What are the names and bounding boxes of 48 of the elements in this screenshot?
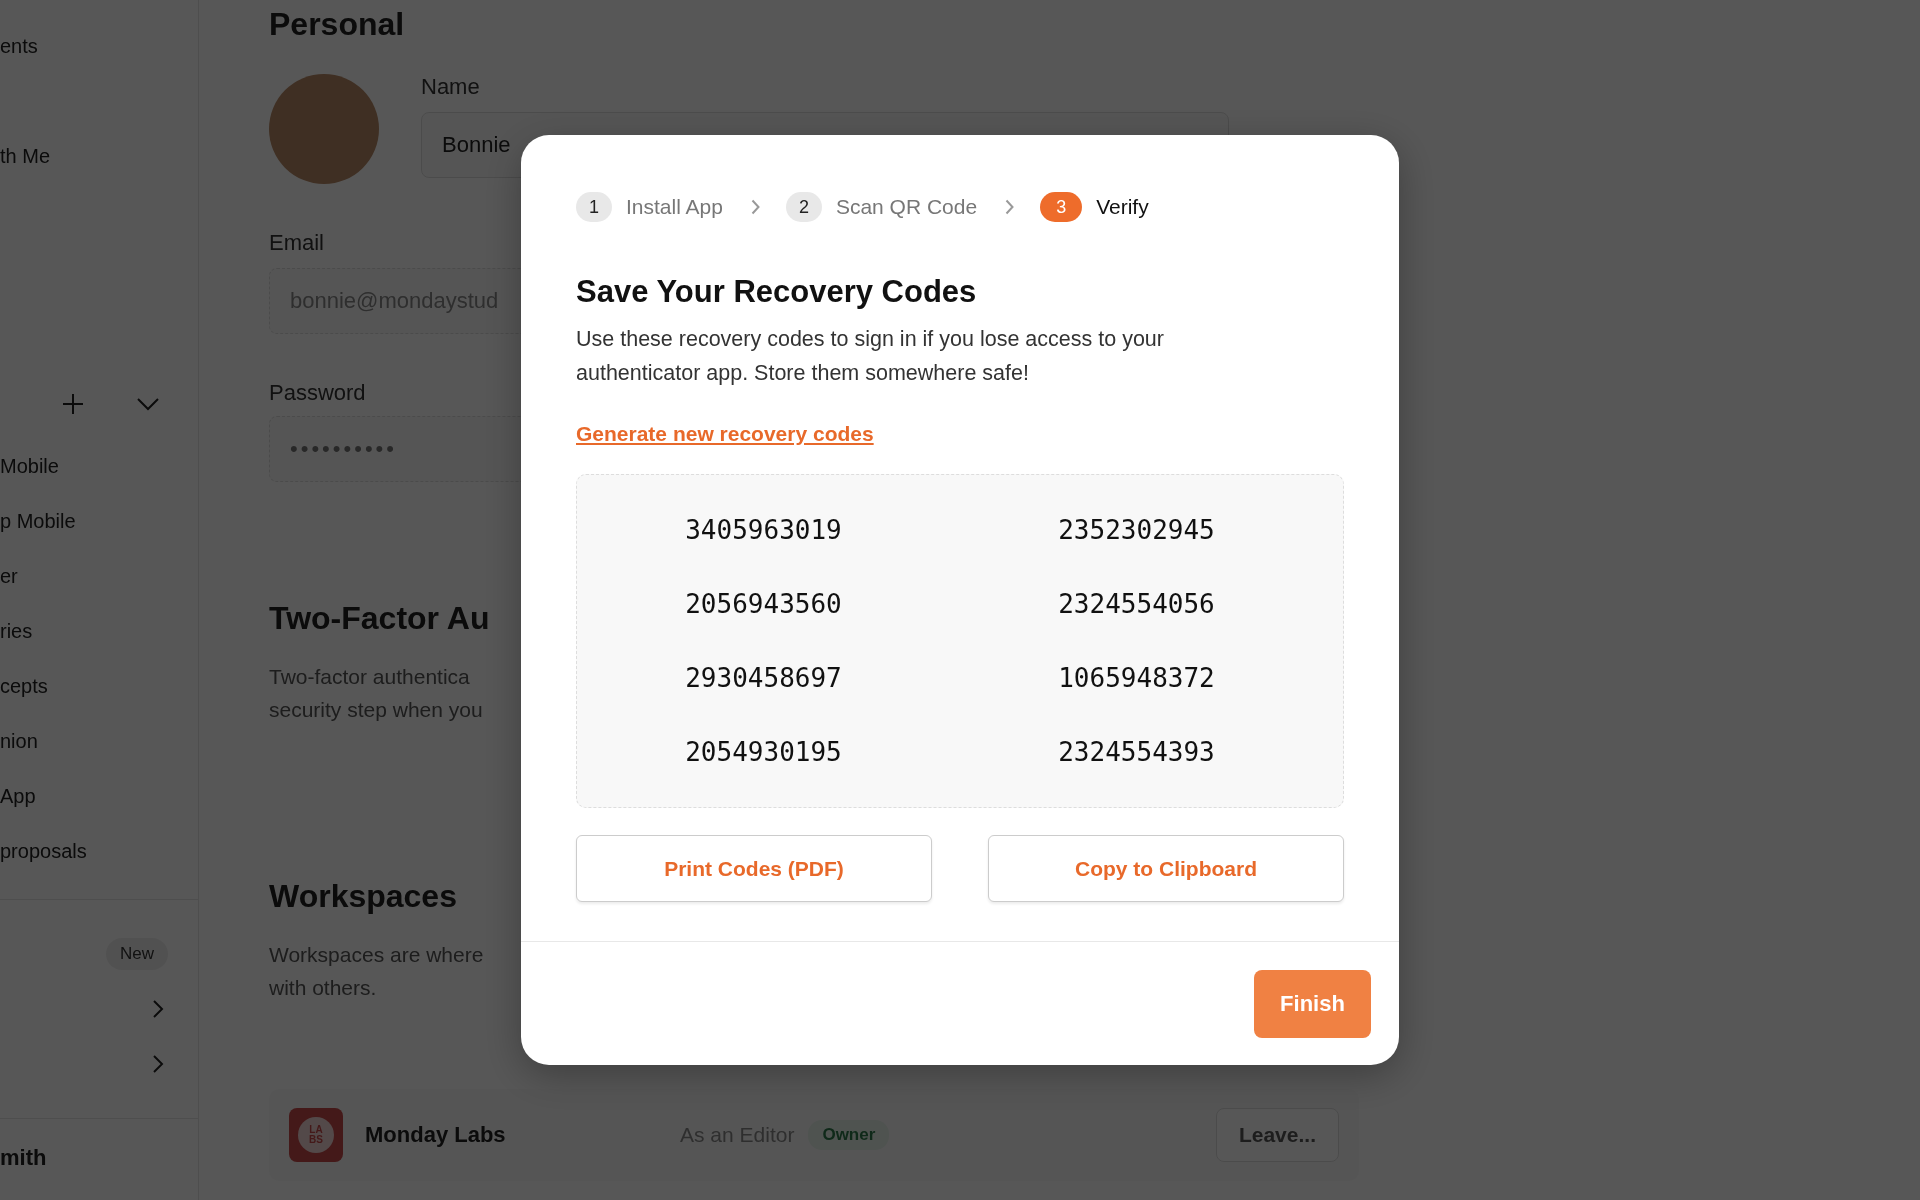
recovery-code: 2352302945 [1057,514,1216,546]
recovery-code: 3405963019 [684,514,843,546]
new-badge: New [106,938,168,970]
outline-button[interactable]: Copy to Clipboard [988,835,1344,902]
sidebar-item[interactable]: p Mobile [0,507,198,535]
chevron-right-icon [750,199,760,215]
user-name[interactable]: mith [0,1145,198,1171]
recovery-code: 1065948372 [1057,662,1216,694]
field-label: Password [269,380,366,406]
section-description: with others. [269,975,377,1001]
step-label: Scan QR Code [835,195,978,219]
workspace-name: Monday Labs [365,1122,507,1148]
step-number: 1 [576,192,612,222]
step-label: Verify [1096,195,1149,219]
recovery-code: 2930458697 [684,662,843,694]
sidebar-item[interactable]: ents [0,32,198,60]
sidebar-item[interactable]: er [0,562,198,590]
recovery-code: 2324554393 [1057,736,1216,768]
sidebar-item[interactable]: th Me [0,142,198,170]
sidebar-item[interactable]: nion [0,727,198,755]
chevron-down-icon[interactable] [136,397,160,411]
sidebar-item[interactable]: App [0,782,198,810]
step-number: 2 [785,192,822,222]
chevron-right-icon[interactable] [152,999,164,1019]
step-label: Install App [626,195,723,219]
plus-icon[interactable] [62,393,84,415]
recovery-code: 2324554056 [1057,588,1216,620]
leave-button[interactable]: Leave... [1215,1108,1339,1162]
section-description: Two-factor authentica [269,664,470,690]
owner-badge: Owner [808,1120,890,1150]
section-heading: Workspaces [269,877,457,916]
section-heading: Personal [269,5,405,44]
sidebar-item[interactable]: proposals [0,837,198,865]
section-description: Workspaces are where [269,942,484,968]
field-label: Email [269,230,324,256]
step-number: 3 [1040,192,1083,222]
recovery-code: 2056943560 [684,588,843,620]
sidebar-item[interactable]: Mobile [0,452,198,480]
section-description: security step when you [269,697,483,723]
sidebar-item[interactable]: cepts [0,672,198,700]
finish-button[interactable]: Finish [1254,969,1371,1038]
outline-button[interactable]: Print Codes (PDF) [576,835,932,902]
recovery-code: 2054930195 [684,736,843,768]
sidebar-item[interactable]: ries [0,617,198,645]
chevron-right-icon[interactable] [152,1054,164,1074]
field-label: Name [421,74,480,100]
section-heading: Two-Factor Au [269,599,490,638]
chevron-right-icon [1005,199,1015,215]
